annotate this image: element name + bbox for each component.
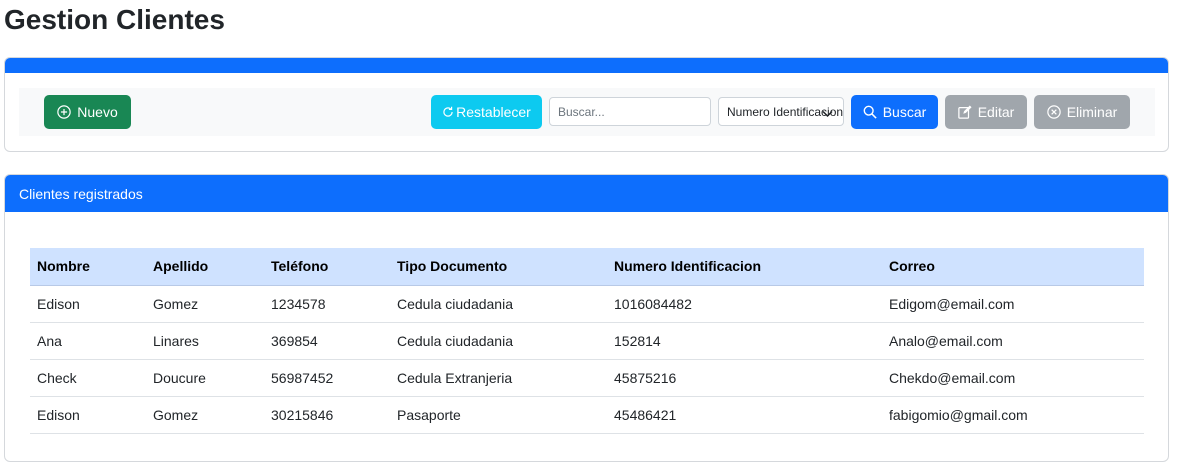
column-header-numero-identificacion[interactable]: Numero Identificacion bbox=[607, 248, 882, 286]
table-row[interactable]: Check Doucure 56987452 Cedula Extranjeri… bbox=[30, 359, 1144, 397]
column-header-apellido[interactable]: Apellido bbox=[146, 248, 264, 286]
cell-nombre: Check bbox=[30, 359, 146, 397]
cell-apellido: Doucure bbox=[146, 359, 264, 397]
cell-correo: fabigomio@gmail.com bbox=[882, 396, 1144, 434]
cell-numero-identificacion: 45875216 bbox=[607, 359, 882, 397]
column-header-tipo-documento[interactable]: Tipo Documento bbox=[390, 248, 607, 286]
delete-button[interactable]: Eliminar bbox=[1034, 95, 1130, 129]
cell-tipo-documento: Pasaporte bbox=[390, 396, 607, 434]
cell-telefono: 30215846 bbox=[264, 396, 390, 434]
cell-numero-identificacion: 1016084482 bbox=[607, 285, 882, 323]
cell-tipo-documento: Cedula Extranjeria bbox=[390, 359, 607, 397]
cell-telefono: 56987452 bbox=[264, 359, 390, 397]
column-header-telefono[interactable]: Teléfono bbox=[264, 248, 390, 286]
search-button-label: Buscar bbox=[882, 104, 927, 120]
reset-button-label: Restablecer bbox=[456, 104, 531, 120]
cell-correo: Chekdo@email.com bbox=[882, 359, 1144, 397]
edit-button-label: Editar bbox=[977, 104, 1015, 120]
search-input[interactable] bbox=[549, 97, 711, 126]
search-button[interactable]: Buscar bbox=[851, 95, 938, 129]
chevron-down-icon bbox=[822, 107, 833, 121]
cell-tipo-documento: Cedula ciudadania bbox=[390, 285, 607, 323]
refresh-icon bbox=[442, 106, 454, 118]
cell-apellido: Linares bbox=[146, 322, 264, 360]
table-row[interactable]: Ana Linares 369854 Cedula ciudadania 152… bbox=[30, 322, 1144, 360]
column-header-correo[interactable]: Correo bbox=[882, 248, 1144, 286]
toolbar: Nuevo Restablecer Numero Identificacion … bbox=[19, 88, 1155, 136]
plus-circle-icon bbox=[57, 105, 72, 119]
toolbar-card: Nuevo Restablecer Numero Identificacion … bbox=[4, 57, 1169, 152]
cell-apellido: Gomez bbox=[146, 285, 264, 323]
table-row[interactable]: Edison Gomez 1234578 Cedula ciudadania 1… bbox=[30, 285, 1144, 323]
x-circle-icon bbox=[1046, 105, 1061, 119]
cell-telefono: 1234578 bbox=[264, 285, 390, 323]
cell-nombre: Edison bbox=[30, 396, 146, 434]
search-icon bbox=[863, 105, 877, 119]
edit-icon bbox=[957, 105, 972, 119]
edit-button[interactable]: Editar bbox=[945, 95, 1027, 129]
filter-select[interactable]: Numero Identificacion bbox=[718, 97, 844, 126]
cell-correo: Edigom@email.com bbox=[882, 285, 1144, 323]
new-button-label: Nuevo bbox=[77, 104, 118, 120]
column-header-nombre[interactable]: Nombre bbox=[30, 248, 146, 286]
cell-nombre: Ana bbox=[30, 322, 146, 360]
cell-apellido: Gomez bbox=[146, 396, 264, 434]
new-button[interactable]: Nuevo bbox=[44, 95, 131, 129]
cell-correo: Analo@email.com bbox=[882, 322, 1144, 360]
clients-card: Clientes registrados Nombre Apellido Tel… bbox=[4, 174, 1169, 462]
page-title: Gestion Clientes bbox=[4, 4, 225, 35]
table-header-row: Nombre Apellido Teléfono Tipo Documento … bbox=[30, 248, 1144, 286]
clients-table: Nombre Apellido Teléfono Tipo Documento … bbox=[30, 248, 1144, 434]
clients-card-header: Clientes registrados bbox=[5, 175, 1168, 212]
toolbar-card-header bbox=[5, 58, 1168, 73]
table-row[interactable]: Edison Gomez 30215846 Pasaporte 45486421… bbox=[30, 396, 1144, 434]
delete-button-label: Eliminar bbox=[1066, 104, 1118, 120]
cell-tipo-documento: Cedula ciudadania bbox=[390, 322, 607, 360]
cell-numero-identificacion: 152814 bbox=[607, 322, 882, 360]
cell-numero-identificacion: 45486421 bbox=[607, 396, 882, 434]
cell-telefono: 369854 bbox=[264, 322, 390, 360]
reset-button[interactable]: Restablecer bbox=[431, 95, 542, 129]
cell-nombre: Edison bbox=[30, 285, 146, 323]
